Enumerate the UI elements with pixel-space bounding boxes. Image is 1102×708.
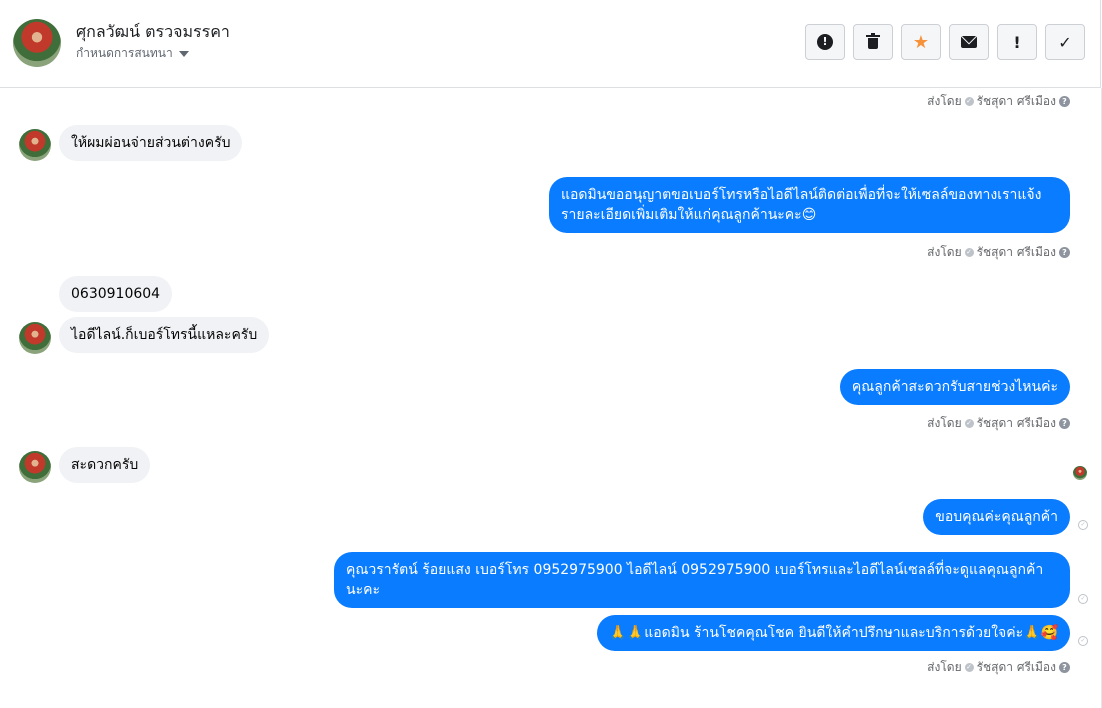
sent-by-line: ส่งโดย ✓ รัชสุดา ศรีเมือง ? — [927, 658, 1070, 677]
delete-button[interactable] — [853, 24, 893, 60]
follow-up-button[interactable]: ! — [997, 24, 1037, 60]
sent-by-agent[interactable]: รัชสุดา ศรีเมือง — [977, 92, 1056, 111]
alert-circle-icon: ! — [817, 34, 833, 50]
done-button[interactable]: ✓ — [1045, 24, 1085, 60]
exclamation-icon: ! — [1013, 32, 1021, 52]
delivered-check-icon: ✓ — [1078, 520, 1088, 530]
check-icon: ✓ — [1058, 32, 1072, 52]
conversation-status-label: กำหนดการสนทนา — [76, 46, 173, 60]
incoming-message[interactable]: ให้ผมผ่อนจ่ายส่วนต่างครับ — [59, 125, 243, 161]
info-icon[interactable]: ? — [1059, 662, 1070, 673]
info-icon[interactable]: ? — [1059, 96, 1070, 107]
sent-by-line: ส่งโดย ✓ รัชสุดา ศรีเมือง ? — [927, 414, 1070, 433]
incoming-message[interactable]: 0630910604 — [59, 276, 173, 312]
spam-button[interactable]: ! — [805, 24, 845, 60]
contact-name[interactable]: ศุกลวัฒน์ ตรวจมรรคา — [76, 20, 230, 45]
sent-by-line: ส่งโดย ✓ รัชสุดา ศรีเมือง ? — [927, 243, 1070, 262]
outgoing-message[interactable]: 🙏🙏แอดมิน ร้านโชคคุณโชค ยินดีให้คำปรึกษาแ… — [597, 615, 1070, 651]
caret-down-icon — [178, 50, 189, 57]
agent-dot-icon: ✓ — [964, 97, 974, 106]
outgoing-message[interactable]: แอดมินขออนุญาตขอเบอร์โทรหรือไอดีไลน์ติดต… — [549, 177, 1070, 233]
outgoing-message[interactable]: คุณลูกค้าสะดวกรับสายช่วงไหนค่ะ — [839, 369, 1070, 405]
incoming-message[interactable]: ไอดีไลน์.ก็เบอร์โทรนี้แหละครับ — [59, 317, 270, 353]
sent-by-agent[interactable]: รัชสุดา ศรีเมือง — [977, 414, 1056, 433]
sent-by-prefix: ส่งโดย — [927, 416, 962, 430]
contact-avatar-small[interactable] — [19, 451, 51, 483]
star-icon: ★ — [912, 31, 930, 53]
sent-by-line: ส่งโดย ✓ รัชสุดา ศรีเมือง ? — [927, 92, 1070, 111]
info-icon[interactable]: ? — [1059, 247, 1070, 258]
conversation-header: ศุกลวัฒน์ ตรวจมรรคา กำหนดการสนทนา ! ★ ! … — [0, 0, 1101, 88]
agent-dot-icon: ✓ — [964, 663, 974, 672]
outgoing-message[interactable]: ขอบคุณค่ะคุณลูกค้า — [923, 499, 1070, 535]
sent-by-agent[interactable]: รัชสุดา ศรีเมือง — [977, 243, 1056, 262]
sent-by-agent[interactable]: รัชสุดา ศรีเมือง — [977, 658, 1056, 677]
seen-avatar — [1073, 466, 1087, 480]
sent-by-prefix: ส่งโดย — [927, 245, 962, 259]
contact-avatar-small[interactable] — [19, 322, 51, 354]
mark-unread-button[interactable] — [949, 24, 989, 60]
contact-avatar-small[interactable] — [19, 129, 51, 161]
conversation-status-dropdown[interactable]: กำหนดการสนทนา — [76, 44, 189, 63]
envelope-icon — [961, 36, 977, 48]
star-button[interactable]: ★ — [901, 24, 941, 60]
delivered-check-icon: ✓ — [1078, 594, 1088, 604]
trash-icon — [866, 33, 880, 49]
agent-dot-icon: ✓ — [964, 248, 974, 257]
sent-by-prefix: ส่งโดย — [927, 660, 962, 674]
info-icon[interactable]: ? — [1059, 418, 1070, 429]
sent-by-prefix: ส่งโดย — [927, 94, 962, 108]
contact-avatar[interactable] — [13, 19, 61, 67]
outgoing-message[interactable]: คุณวรารัตน์ ร้อยแสง เบอร์โทร 0952975900 … — [334, 552, 1070, 608]
agent-dot-icon: ✓ — [964, 419, 974, 428]
delivered-check-icon: ✓ — [1078, 636, 1088, 646]
incoming-message[interactable]: สะดวกครับ — [59, 447, 151, 483]
